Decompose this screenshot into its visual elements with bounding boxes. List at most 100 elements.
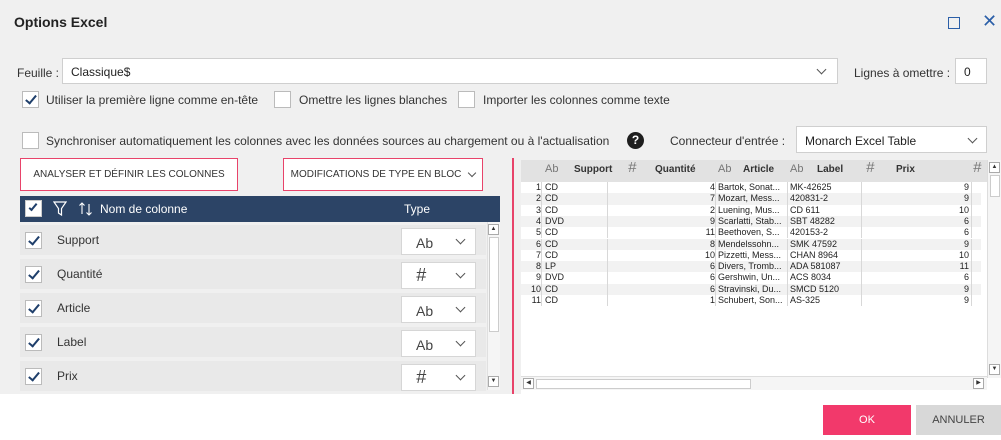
scroll-right-button[interactable]: ▶	[973, 378, 984, 389]
grid-cell[interactable]: CD	[545, 205, 605, 216]
grid-cell[interactable]: Gershwin, Un...	[718, 272, 786, 283]
grid-cell[interactable]: SBT 48282	[790, 216, 860, 227]
grid-cell[interactable]: CD	[545, 227, 605, 238]
grid-row[interactable]: 10 CD 6 Stravinski, Du... SMCD 5120 9	[521, 283, 981, 295]
grid-row[interactable]: 11 CD 1 Schubert, Son... AS-325 9	[521, 295, 981, 307]
grid-cell[interactable]: 6	[863, 227, 969, 238]
grid-cell[interactable]: Beethoven, S...	[718, 227, 786, 238]
grid-col-header[interactable]: Label	[817, 164, 843, 175]
type-select[interactable]: #	[401, 262, 476, 289]
grid-cell[interactable]: 9	[863, 193, 969, 204]
grid-row[interactable]: 8 LP 6 Divers, Tromb... ADA 581087 11	[521, 261, 981, 273]
scroll-up-button[interactable]: ▲	[488, 224, 499, 235]
grid-cell[interactable]: CD	[545, 250, 605, 261]
grid-cell[interactable]: 6	[863, 272, 969, 283]
grid-cell[interactable]: 10	[863, 250, 969, 261]
sheet-select[interactable]: Classique$	[62, 58, 838, 84]
grid-cell[interactable]: 4	[611, 182, 715, 193]
grid-row[interactable]: 9 DVD 6 Gershwin, Un... ACS 8034 6	[521, 272, 981, 284]
column-checkbox[interactable]	[25, 334, 42, 351]
help-icon[interactable]: ?	[627, 132, 644, 149]
cancel-button[interactable]: ANNULER	[916, 405, 1001, 435]
grid-cell[interactable]: SMK 47592	[790, 239, 860, 250]
grid-cell[interactable]: 420153-2	[790, 227, 860, 238]
grid-cell[interactable]: AS-325	[790, 295, 860, 306]
grid-row[interactable]: 3 CD 2 Luening, Mus... CD 611 10	[521, 204, 981, 216]
grid-cell[interactable]: Pizzetti, Mess...	[718, 250, 786, 261]
column-checkbox[interactable]	[25, 266, 42, 283]
scroll-thumb[interactable]	[489, 237, 499, 332]
grid-row[interactable]: 1 CD 4 Bartok, Sonat... MK-42625 9	[521, 182, 981, 194]
grid-cell[interactable]: Divers, Tromb...	[718, 261, 786, 272]
grid-row[interactable]: 4 DVD 9 Scarlatti, Stab... SBT 48282 6	[521, 215, 981, 228]
grid-cell[interactable]: ACS 8034	[790, 272, 860, 283]
grid-cell[interactable]: Schubert, Son...	[718, 295, 786, 306]
grid-hscrollbar[interactable]: ◀ ▶	[521, 376, 987, 390]
grid-cell[interactable]: 6	[611, 272, 715, 283]
grid-cell[interactable]: Stravinski, Du...	[718, 284, 786, 295]
column-checkbox[interactable]	[25, 368, 42, 385]
grid-cell[interactable]: ADA 581087	[790, 261, 860, 272]
grid-cell[interactable]: 6	[611, 284, 715, 295]
grid-cell[interactable]: 8	[611, 239, 715, 250]
grid-cell[interactable]: 2	[611, 205, 715, 216]
grid-cell[interactable]: CD	[545, 182, 605, 193]
grid-cell[interactable]: 6	[611, 261, 715, 272]
grid-cell[interactable]: 420831-2	[790, 193, 860, 204]
import-text-checkbox[interactable]	[458, 91, 475, 108]
grid-cell[interactable]: CD	[545, 295, 605, 306]
connector-select[interactable]: Monarch Excel Table	[796, 126, 987, 153]
grid-col-header[interactable]: Quantité	[655, 164, 696, 175]
analyze-columns-button[interactable]: ANALYSER ET DÉFINIR LES COLONNES	[20, 158, 238, 191]
grid-cell[interactable]: CD	[545, 239, 605, 250]
use-header-checkbox[interactable]	[22, 91, 39, 108]
grid-cell[interactable]: Mendelssohn...	[718, 239, 786, 250]
grid-cell[interactable]: 9	[863, 239, 969, 250]
type-select[interactable]: Ab	[401, 330, 476, 357]
grid-row[interactable]: 5 CD 11 Beethoven, S... 420153-2 6	[521, 227, 981, 239]
grid-col-header[interactable]: Prix	[896, 164, 915, 175]
grid-cell[interactable]: 10	[863, 205, 969, 216]
grid-cell[interactable]: LP	[545, 261, 605, 272]
column-row-support[interactable]: Support Ab	[20, 225, 486, 255]
sort-icon[interactable]	[78, 201, 94, 217]
maximize-icon[interactable]	[948, 17, 960, 29]
grid-cell[interactable]: DVD	[545, 272, 605, 283]
column-checkbox[interactable]	[25, 232, 42, 249]
grid-row[interactable]: 2 CD 7 Mozart, Mess... 420831-2 9	[521, 193, 981, 205]
grid-cell[interactable]: 7	[611, 193, 715, 204]
filter-icon[interactable]	[53, 201, 67, 217]
column-row-quantite[interactable]: Quantité #	[20, 259, 486, 289]
grid-cell[interactable]: Scarlatti, Stab...	[718, 216, 786, 227]
grid-cell[interactable]: 6	[863, 216, 969, 227]
column-row-label[interactable]: Label Ab	[20, 327, 486, 357]
grid-col-header[interactable]: Article	[743, 164, 774, 175]
grid-cell[interactable]: 11	[863, 261, 969, 272]
grid-cell[interactable]: MK-42625	[790, 182, 860, 193]
grid-cell[interactable]: SMCD 5120	[790, 284, 860, 295]
grid-cell[interactable]: CD	[545, 193, 605, 204]
sync-columns-checkbox[interactable]	[22, 132, 39, 149]
scroll-thumb[interactable]	[536, 379, 751, 389]
grid-cell[interactable]: 1	[611, 295, 715, 306]
grid-col-header[interactable]: Support	[574, 164, 612, 175]
grid-vscrollbar[interactable]: ▲ ▼	[987, 160, 1001, 378]
column-row-prix[interactable]: Prix #	[20, 361, 486, 391]
grid-cell[interactable]: 9	[863, 284, 969, 295]
scroll-down-button[interactable]: ▼	[989, 364, 1000, 375]
type-select[interactable]: Ab	[401, 228, 476, 255]
skip-lines-input[interactable]: 0	[955, 58, 987, 84]
column-row-article[interactable]: Article Ab	[20, 293, 486, 323]
grid-cell[interactable]: Luening, Mus...	[718, 205, 786, 216]
grid-cell[interactable]: CD 611	[790, 205, 860, 216]
grid-cell[interactable]: Mozart, Mess...	[718, 193, 786, 204]
grid-row[interactable]: 6 CD 8 Mendelssohn... SMK 47592 9	[521, 238, 981, 250]
type-select[interactable]: #	[401, 364, 476, 391]
grid-cell[interactable]: 11	[611, 227, 715, 238]
grid-row[interactable]: 7 CD 10 Pizzetti, Mess... CHAN 8964 10	[521, 249, 981, 262]
ok-button[interactable]: OK	[823, 405, 911, 435]
scroll-thumb[interactable]	[990, 175, 1000, 197]
scroll-left-button[interactable]: ◀	[523, 378, 534, 389]
panel-divider[interactable]	[512, 158, 514, 394]
grid-cell[interactable]: 10	[611, 250, 715, 261]
